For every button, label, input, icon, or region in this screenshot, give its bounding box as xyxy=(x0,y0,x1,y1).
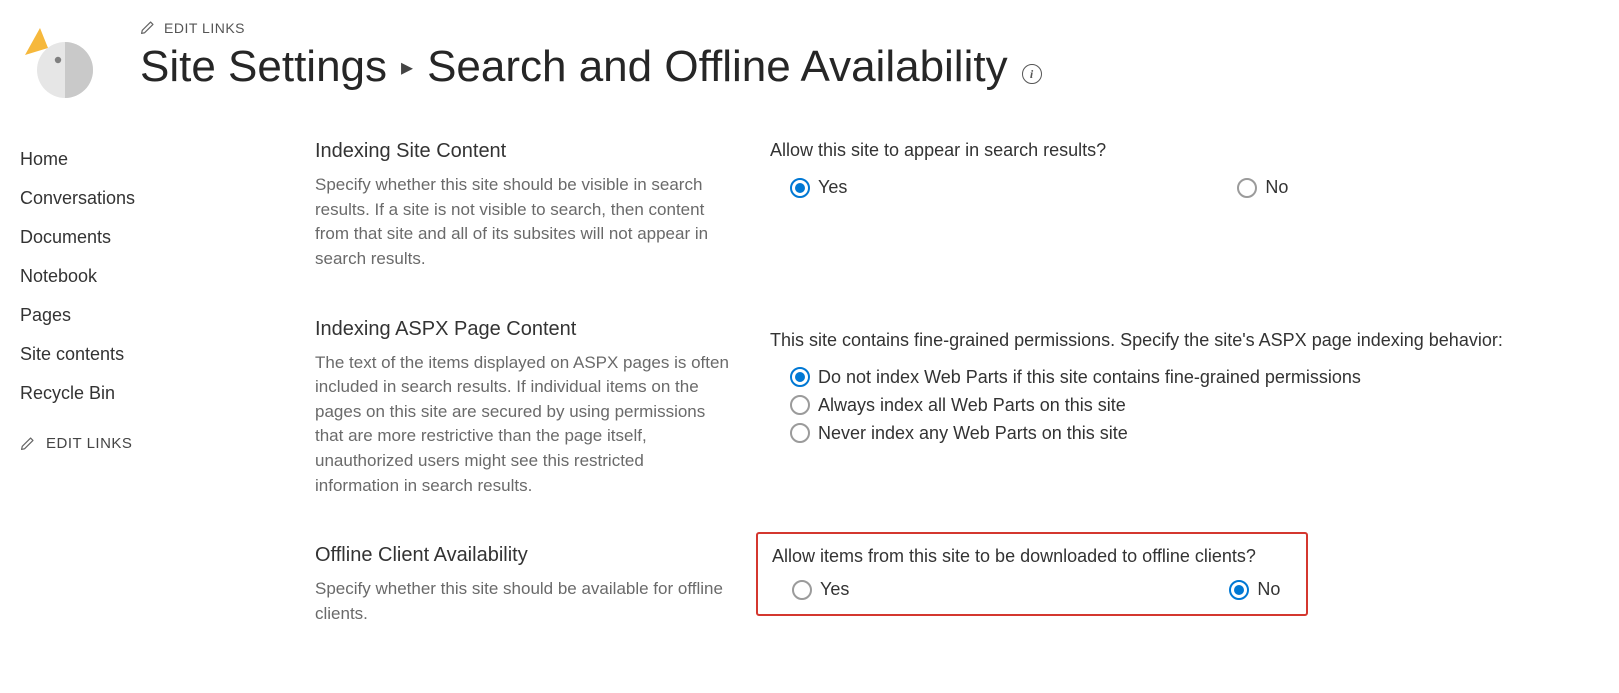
radio-label: Yes xyxy=(820,579,849,600)
nav-list: Home Conversations Documents Notebook Pa… xyxy=(20,140,315,413)
nav-item-recycle-bin[interactable]: Recycle Bin xyxy=(20,374,315,413)
page-header: EDIT LINKS Site Settings ▸ Search and Of… xyxy=(20,20,1599,100)
radio-indexing-site-no[interactable]: No xyxy=(1237,177,1288,198)
section-indexing-aspx: Indexing ASPX Page Content The text of t… xyxy=(315,318,1599,499)
sidebar: Home Conversations Documents Notebook Pa… xyxy=(20,140,315,673)
nav-item-home[interactable]: Home xyxy=(20,140,315,179)
edit-links-bottom[interactable]: EDIT LINKS xyxy=(20,435,315,452)
control-question: Allow this site to appear in search resu… xyxy=(770,140,1599,161)
nav-item-notebook[interactable]: Notebook xyxy=(20,257,315,296)
nav-item-conversations[interactable]: Conversations xyxy=(20,179,315,218)
pencil-icon xyxy=(20,437,34,451)
nav-item-pages[interactable]: Pages xyxy=(20,296,315,335)
page-title: Site Settings ▸ Search and Offline Avail… xyxy=(140,42,1599,92)
radio-offline-yes[interactable]: Yes xyxy=(792,579,849,600)
radio-icon xyxy=(790,423,810,443)
breadcrumb-current: Search and Offline Availability xyxy=(427,42,1008,92)
breadcrumb-parent[interactable]: Site Settings xyxy=(140,42,387,92)
nav-item-documents[interactable]: Documents xyxy=(20,218,315,257)
highlight-annotation: Allow items from this site to be downloa… xyxy=(756,532,1308,616)
radio-label: Always index all Web Parts on this site xyxy=(818,395,1126,416)
radio-label: Never index any Web Parts on this site xyxy=(818,423,1128,444)
radio-icon xyxy=(790,395,810,415)
pencil-icon xyxy=(140,21,154,35)
radio-label: Yes xyxy=(818,177,847,198)
section-title: Indexing ASPX Page Content xyxy=(315,318,730,341)
main-content: Indexing Site Content Specify whether th… xyxy=(315,140,1599,673)
radio-label: No xyxy=(1265,177,1288,198)
section-offline: Offline Client Availability Specify whet… xyxy=(315,544,1599,626)
section-description: Specify whether this site should be visi… xyxy=(315,173,730,272)
radio-icon xyxy=(790,367,810,387)
control-question: Allow items from this site to be downloa… xyxy=(772,546,1292,567)
radio-aspx-always-index[interactable]: Always index all Web Parts on this site xyxy=(790,395,1599,416)
control-question: This site contains fine-grained permissi… xyxy=(770,330,1599,351)
section-title: Offline Client Availability xyxy=(315,544,730,567)
radio-icon xyxy=(790,178,810,198)
edit-links-top[interactable]: EDIT LINKS xyxy=(140,20,1599,36)
radio-label: No xyxy=(1257,579,1280,600)
info-icon[interactable]: i xyxy=(1022,64,1042,84)
radio-label: Do not index Web Parts if this site cont… xyxy=(818,367,1361,388)
section-title: Indexing Site Content xyxy=(315,140,730,163)
radio-aspx-do-not-index[interactable]: Do not index Web Parts if this site cont… xyxy=(790,367,1599,388)
radio-icon xyxy=(1229,580,1249,600)
section-indexing-site: Indexing Site Content Specify whether th… xyxy=(315,140,1599,272)
section-description: Specify whether this site should be avai… xyxy=(315,577,730,626)
site-logo xyxy=(20,20,100,100)
radio-icon xyxy=(1237,178,1257,198)
radio-aspx-never-index[interactable]: Never index any Web Parts on this site xyxy=(790,423,1599,444)
edit-links-label: EDIT LINKS xyxy=(46,435,132,452)
nav-item-site-contents[interactable]: Site contents xyxy=(20,335,315,374)
breadcrumb-separator-icon: ▸ xyxy=(401,53,413,82)
edit-links-label: EDIT LINKS xyxy=(164,20,245,36)
radio-icon xyxy=(792,580,812,600)
radio-offline-no[interactable]: No xyxy=(1229,579,1280,600)
section-description: The text of the items displayed on ASPX … xyxy=(315,351,730,499)
radio-indexing-site-yes[interactable]: Yes xyxy=(790,177,847,198)
